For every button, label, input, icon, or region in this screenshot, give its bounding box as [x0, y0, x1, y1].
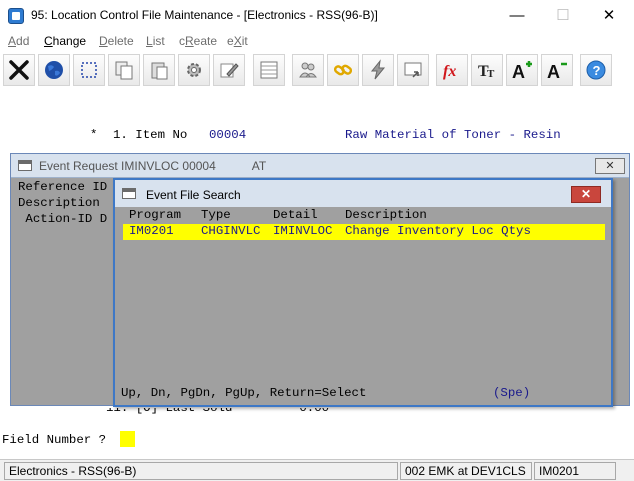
status-company: Electronics - RSS(96-B) — [4, 462, 398, 480]
event-request-title: Event Request IMINVLOC 00004 AT — [39, 159, 267, 173]
input-cursor[interactable] — [120, 431, 135, 447]
field-number-prompt: Field Number ? — [2, 433, 107, 447]
status-bar: Electronics - RSS(96-B) 002 EMK at DEV1C… — [0, 459, 634, 481]
event-search-close-button[interactable]: ✕ — [571, 186, 601, 203]
window-icon — [18, 160, 32, 171]
column-header-description: Description — [345, 208, 427, 222]
svg-text:A: A — [547, 62, 560, 81]
select-box-icon[interactable] — [73, 54, 105, 86]
event-request-close-button[interactable]: ✕ — [595, 158, 625, 174]
title-bar: 95: Location Control File Maintenance - … — [0, 0, 634, 31]
description-label: Description — [18, 196, 100, 210]
column-header-type: Type — [201, 208, 231, 222]
reference-id-label: Reference ID — [18, 180, 108, 194]
field-marker: * — [90, 128, 98, 142]
navigation-hint: Up, Dn, PgDn, PgUp, Return=Select — [121, 386, 367, 400]
svg-text:T: T — [487, 68, 495, 80]
help-icon[interactable]: ? — [580, 54, 612, 86]
special-keys-hint[interactable]: (Spe) — [493, 386, 530, 400]
row-description: Change Inventory Loc Qtys — [345, 224, 531, 238]
decrease-font-icon[interactable]: A — [541, 54, 573, 86]
maximize-button[interactable]: ☐ — [540, 0, 586, 31]
users-icon[interactable] — [292, 54, 324, 86]
window-title: 95: Location Control File Maintenance - … — [31, 8, 378, 22]
increase-font-icon[interactable]: A — [506, 54, 538, 86]
svg-text:?: ? — [593, 63, 601, 78]
item-no-value: 00004 — [209, 128, 247, 142]
font-size-icon[interactable]: TT — [471, 54, 503, 86]
toolbar: fx TT A A ? — [0, 52, 634, 90]
row-type: CHGINVLC — [201, 224, 261, 238]
row-program: IM0201 — [129, 224, 174, 238]
app-icon — [8, 8, 24, 24]
status-program: IM0201 — [534, 462, 616, 480]
window-icon — [122, 188, 136, 199]
action-id-label: Action-ID D — [18, 212, 108, 226]
item-description: Raw Material of Toner - Resin — [345, 128, 561, 142]
copy-icon[interactable] — [108, 54, 140, 86]
svg-text:fx: fx — [443, 63, 456, 80]
event-search-body: Program Type Detail Description IM0201 C… — [119, 207, 607, 401]
table-list-icon[interactable] — [253, 54, 285, 86]
event-search-title: Event File Search — [146, 188, 241, 202]
item-no-label: 1. Item No — [113, 128, 188, 142]
event-request-titlebar[interactable]: Event Request IMINVLOC 00004 AT ✕ — [11, 154, 629, 178]
edit-icon[interactable] — [213, 54, 245, 86]
menu-list[interactable]: List — [146, 34, 165, 48]
minimize-button[interactable]: — — [494, 0, 540, 31]
svg-text:A: A — [512, 62, 525, 81]
function-fx-icon[interactable]: fx — [436, 54, 468, 86]
status-user: 002 EMK at DEV1CLS — [400, 462, 532, 480]
column-header-detail: Detail — [273, 208, 318, 222]
settings-gear-icon[interactable] — [178, 54, 210, 86]
menu-create[interactable]: cReate — [179, 34, 217, 48]
paste-icon[interactable] — [143, 54, 175, 86]
table-row[interactable]: IM0201 CHGINVLC IMINVLOC Change Inventor… — [123, 224, 605, 240]
menu-bar: Add Change Delete List cReate eXit — [0, 31, 634, 51]
event-file-search-dialog: Event File Search ✕ Program Type Detail … — [113, 178, 613, 407]
menu-add[interactable]: Add — [8, 34, 29, 48]
globe-icon[interactable] — [38, 54, 70, 86]
menu-change[interactable]: Change — [44, 34, 86, 48]
export-screen-icon[interactable] — [397, 54, 429, 86]
column-header-program: Program — [129, 208, 182, 222]
menu-delete[interactable]: Delete — [99, 34, 134, 48]
close-button[interactable]: ✕ — [586, 0, 632, 31]
event-search-titlebar[interactable]: Event File Search ✕ — [115, 180, 611, 207]
close-x-icon[interactable] — [3, 54, 35, 86]
lightning-icon[interactable] — [362, 54, 394, 86]
row-detail: IMINVLOC — [273, 224, 333, 238]
menu-exit[interactable]: eXit — [227, 34, 248, 48]
link-icon[interactable] — [327, 54, 359, 86]
